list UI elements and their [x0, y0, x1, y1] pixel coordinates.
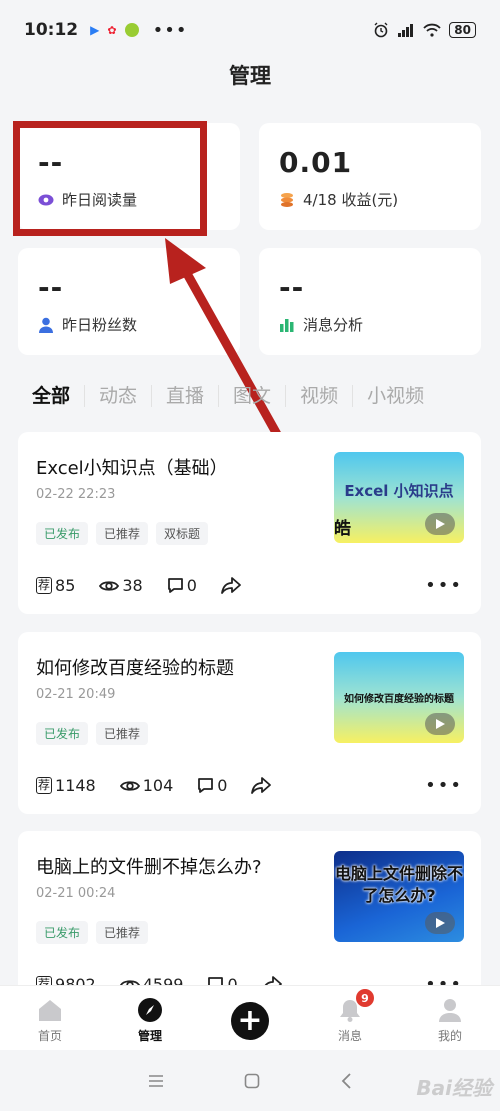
back-icon[interactable]	[340, 1072, 352, 1089]
recommend-value: 1148	[55, 776, 96, 795]
comment-value: 0	[186, 576, 197, 595]
tag-recommended: 已推荐	[96, 921, 149, 944]
nav-label: 我的	[437, 1029, 462, 1043]
thumbnail-text: 如何修改百度经验的标题	[344, 694, 454, 705]
article-actions: 荐 85 38 0 •••	[36, 575, 463, 596]
article-title[interactable]: 电脑上的文件删不掉怎么办?	[36, 853, 262, 879]
tag-recommended: 已推荐	[96, 522, 149, 545]
nav-publish[interactable]: +	[200, 986, 300, 1050]
play-icon	[425, 912, 455, 934]
comment-icon	[167, 578, 183, 593]
view-count: 104	[119, 776, 174, 795]
compass-icon	[136, 996, 164, 1024]
thumbnail-text: Excel 小知识点	[344, 482, 454, 500]
article-title[interactable]: 如何修改百度经验的标题	[36, 654, 234, 680]
article-thumbnail[interactable]: 电脑上文件删除不了怎么办?	[334, 851, 464, 942]
menu-icon[interactable]	[148, 1074, 164, 1088]
nav-label: 消息	[337, 1029, 362, 1043]
tag-recommended: 已推荐	[96, 722, 149, 745]
article-tags: 已发布 已推荐	[36, 921, 149, 944]
bottom-nav: 首页 管理 + 9 消息 我的	[0, 985, 500, 1050]
recommend-icon: 荐	[36, 777, 53, 794]
tab-all[interactable]: 全部	[32, 385, 84, 407]
nav-manage[interactable]: 管理	[100, 986, 200, 1050]
share-icon	[221, 577, 241, 594]
tab-dynamic[interactable]: 动态	[84, 385, 151, 407]
more-icon[interactable]: •••	[425, 775, 463, 796]
article-date: 02-22 22:23	[36, 487, 116, 502]
tag-published: 已发布	[36, 522, 89, 545]
view-value: 38	[122, 576, 143, 595]
plus-icon: +	[231, 1002, 269, 1040]
view-value: 104	[142, 776, 174, 795]
comment-count[interactable]: 0	[197, 776, 227, 795]
recommend-icon: 荐	[36, 577, 53, 594]
nav-profile[interactable]: 我的	[400, 986, 500, 1050]
more-icon[interactable]: •••	[425, 575, 463, 596]
share-button[interactable]	[251, 777, 272, 794]
comment-count[interactable]: 0	[167, 576, 197, 595]
recommend-count: 荐 85	[36, 576, 75, 595]
content-tabs: 全部 动态 直播 图文 视频 小视频	[32, 385, 500, 407]
play-icon	[425, 713, 455, 735]
tag-published: 已发布	[36, 722, 89, 745]
article-tags: 已发布 已推荐	[36, 722, 149, 745]
tag-double-title: 双标题	[156, 522, 209, 545]
play-icon	[425, 513, 455, 535]
article-title[interactable]: Excel小知识点（基础）	[36, 454, 228, 480]
thumbnail-side-text: 皓	[334, 519, 351, 539]
user-icon	[436, 996, 464, 1024]
article-date: 02-21 00:24	[36, 886, 116, 901]
article-card[interactable]: 如何修改百度经验的标题 02-21 20:49 已发布 已推荐 如何修改百度经验…	[18, 632, 481, 814]
recommend-count: 荐 1148	[36, 776, 96, 795]
view-count: 38	[99, 576, 143, 595]
article-thumbnail[interactable]: Excel 小知识点 皓	[334, 452, 464, 543]
share-button[interactable]	[221, 577, 241, 594]
notification-badge: 9	[356, 989, 374, 1007]
thumbnail-text: 电脑上文件删除不了怎么办?	[334, 864, 463, 905]
eye-outline-icon	[119, 780, 140, 791]
article-card[interactable]: Excel小知识点（基础） 02-22 22:23 已发布 已推荐 双标题 Ex…	[18, 432, 481, 614]
nav-label: 管理	[137, 1029, 162, 1043]
home-square-icon[interactable]	[244, 1073, 260, 1089]
nav-messages[interactable]: 9 消息	[300, 986, 400, 1050]
nav-home[interactable]: 首页	[0, 986, 100, 1050]
tab-live[interactable]: 直播	[151, 385, 218, 407]
comment-value: 0	[217, 776, 228, 795]
nav-label: 首页	[37, 1029, 62, 1043]
tab-short-video[interactable]: 小视频	[352, 385, 438, 407]
tag-published: 已发布	[36, 921, 89, 944]
share-icon	[251, 777, 272, 794]
tab-video[interactable]: 视频	[285, 385, 352, 407]
article-tags: 已发布 已推荐 双标题	[36, 522, 209, 545]
tab-article[interactable]: 图文	[218, 385, 285, 407]
comment-icon	[198, 778, 214, 793]
recommend-value: 85	[55, 576, 76, 595]
home-icon	[36, 996, 64, 1024]
article-thumbnail[interactable]: 如何修改百度经验的标题	[334, 652, 464, 743]
article-actions: 荐 1148 104 0 •••	[36, 775, 463, 796]
watermark: Bai经验	[416, 1076, 492, 1100]
article-date: 02-21 20:49	[36, 687, 116, 702]
eye-outline-icon	[99, 580, 120, 591]
